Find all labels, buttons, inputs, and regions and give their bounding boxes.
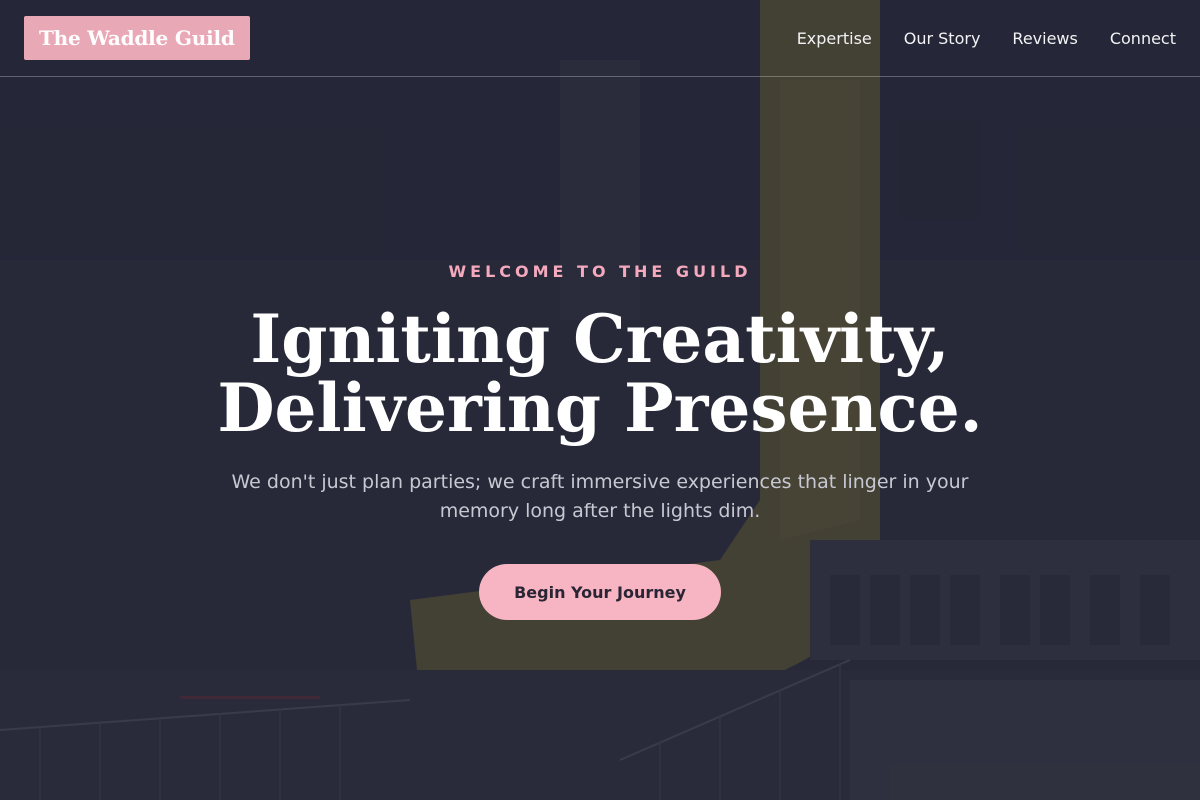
main-navigation: Expertise Our Story Reviews Connect — [797, 29, 1176, 48]
hero-headline-line-2: Delivering Presence. — [217, 369, 983, 447]
begin-journey-button[interactable]: Begin Your Journey — [479, 564, 721, 620]
nav-link-our-story[interactable]: Our Story — [904, 29, 981, 48]
nav-link-reviews[interactable]: Reviews — [1012, 29, 1077, 48]
hero-headline: Igniting Creativity, Delivering Presence… — [0, 305, 1200, 443]
hero-eyebrow: WELCOME TO THE GUILD — [448, 262, 752, 281]
hero-section: WELCOME TO THE GUILD Igniting Creativity… — [0, 77, 1200, 800]
site-header: The Waddle Guild Expertise Our Story Rev… — [0, 0, 1200, 77]
nav-link-connect[interactable]: Connect — [1110, 29, 1176, 48]
hero-headline-line-1: Igniting Creativity, — [250, 300, 950, 378]
hero-subtext: We don't just plan parties; we craft imm… — [231, 471, 969, 522]
site-logo[interactable]: The Waddle Guild — [24, 16, 250, 60]
nav-link-expertise[interactable]: Expertise — [797, 29, 872, 48]
